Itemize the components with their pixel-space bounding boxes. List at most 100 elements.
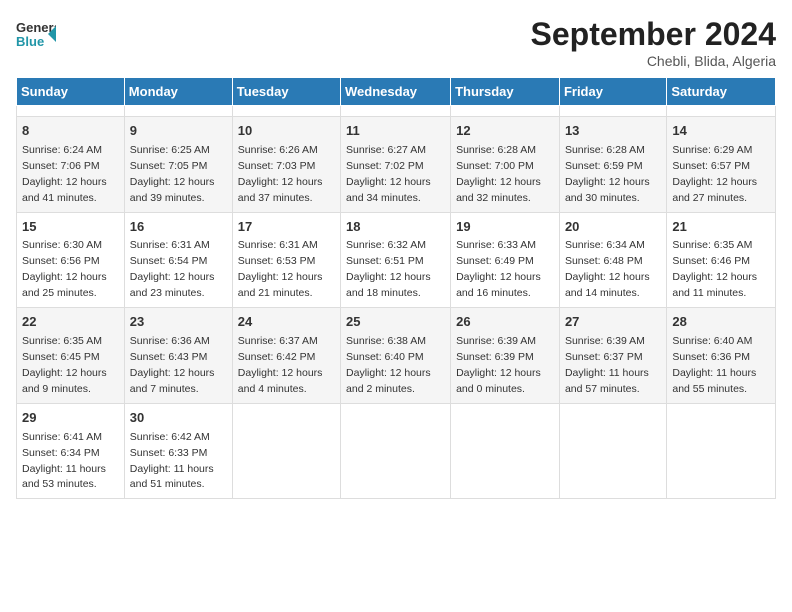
day-number: 25 <box>346 313 445 332</box>
logo: General Blue <box>16 16 56 52</box>
sunset-text: Sunset: 6:34 PM <box>22 447 100 459</box>
daylight-text: Daylight: 12 hours and 9 minutes. <box>22 367 107 395</box>
sunrise-text: Sunrise: 6:40 AM <box>672 335 752 347</box>
table-row <box>451 106 560 117</box>
day-number: 29 <box>22 409 119 428</box>
sunrise-text: Sunrise: 6:29 AM <box>672 144 752 156</box>
sunset-text: Sunset: 6:42 PM <box>238 351 316 363</box>
calendar-header-row: Sunday Monday Tuesday Wednesday Thursday… <box>17 78 776 106</box>
title-section: September 2024 Chebli, Blida, Algeria <box>531 16 776 69</box>
sunrise-text: Sunrise: 6:34 AM <box>565 239 645 251</box>
sunrise-text: Sunrise: 6:41 AM <box>22 431 102 443</box>
sunset-text: Sunset: 6:56 PM <box>22 255 100 267</box>
daylight-text: Daylight: 12 hours and 37 minutes. <box>238 176 323 204</box>
col-monday: Monday <box>124 78 232 106</box>
sunset-text: Sunset: 6:49 PM <box>456 255 534 267</box>
day-number: 26 <box>456 313 554 332</box>
daylight-text: Daylight: 12 hours and 11 minutes. <box>672 271 757 299</box>
sunrise-text: Sunrise: 6:28 AM <box>456 144 536 156</box>
table-row <box>559 106 666 117</box>
col-wednesday: Wednesday <box>341 78 451 106</box>
sunset-text: Sunset: 6:37 PM <box>565 351 643 363</box>
table-row: 13Sunrise: 6:28 AMSunset: 6:59 PMDayligh… <box>559 117 666 213</box>
table-row: 9Sunrise: 6:25 AMSunset: 7:05 PMDaylight… <box>124 117 232 213</box>
table-row: 21Sunrise: 6:35 AMSunset: 6:46 PMDayligh… <box>667 212 776 308</box>
sunset-text: Sunset: 7:03 PM <box>238 160 316 172</box>
day-number: 8 <box>22 122 119 141</box>
day-number: 23 <box>130 313 227 332</box>
daylight-text: Daylight: 12 hours and 21 minutes. <box>238 271 323 299</box>
sunrise-text: Sunrise: 6:36 AM <box>130 335 210 347</box>
daylight-text: Daylight: 12 hours and 18 minutes. <box>346 271 431 299</box>
day-number: 16 <box>130 218 227 237</box>
table-row: 8 Sunrise: 6:24 AM Sunset: 7:06 PM Daylight… <box>17 117 125 213</box>
table-row <box>17 106 125 117</box>
sunrise-text: Sunrise: 6:25 AM <box>130 144 210 156</box>
table-row: 16Sunrise: 6:31 AMSunset: 6:54 PMDayligh… <box>124 212 232 308</box>
month-title: September 2024 <box>531 16 776 53</box>
daylight-text: Daylight: 12 hours and 27 minutes. <box>672 176 757 204</box>
day-number: 22 <box>22 313 119 332</box>
sunrise-text: Sunrise: 6:31 AM <box>238 239 318 251</box>
sunset-text: Sunset: 6:45 PM <box>22 351 100 363</box>
table-row: 20Sunrise: 6:34 AMSunset: 6:48 PMDayligh… <box>559 212 666 308</box>
sunrise-text: Sunrise: 6:35 AM <box>672 239 752 251</box>
table-row: 11Sunrise: 6:27 AMSunset: 7:02 PMDayligh… <box>341 117 451 213</box>
col-saturday: Saturday <box>667 78 776 106</box>
calendar-week-row: 15Sunrise: 6:30 AMSunset: 6:56 PMDayligh… <box>17 212 776 308</box>
daylight-text: Daylight: 12 hours and 41 minutes. <box>22 176 107 204</box>
daylight-text: Daylight: 12 hours and 7 minutes. <box>130 367 215 395</box>
day-number: 20 <box>565 218 661 237</box>
sunset-text: Sunset: 6:46 PM <box>672 255 750 267</box>
daylight-text: Daylight: 12 hours and 16 minutes. <box>456 271 541 299</box>
day-number: 17 <box>238 218 335 237</box>
daylight-text: Daylight: 11 hours and 51 minutes. <box>130 463 214 491</box>
sunrise-text: Sunrise: 6:35 AM <box>22 335 102 347</box>
sunrise-text: Sunrise: 6:42 AM <box>130 431 210 443</box>
day-number: 10 <box>238 122 335 141</box>
sunset-text: Sunset: 6:48 PM <box>565 255 643 267</box>
day-number: 13 <box>565 122 661 141</box>
col-thursday: Thursday <box>451 78 560 106</box>
sunset-text: Sunset: 6:54 PM <box>130 255 208 267</box>
day-number: 28 <box>672 313 770 332</box>
table-row: 27Sunrise: 6:39 AMSunset: 6:37 PMDayligh… <box>559 308 666 404</box>
sunset-text: Sunset: 7:06 PM <box>22 160 100 172</box>
table-row: 10 Sunrise: 6:26 AM Sunset: 7:03 PM Dayligh… <box>232 117 340 213</box>
table-row <box>124 106 232 117</box>
daylight-text: Daylight: 12 hours and 39 minutes. <box>130 176 215 204</box>
table-row: 12Sunrise: 6:28 AMSunset: 7:00 PMDayligh… <box>451 117 560 213</box>
daylight-text: Daylight: 12 hours and 4 minutes. <box>238 367 323 395</box>
table-row <box>667 106 776 117</box>
daylight-text: Daylight: 12 hours and 34 minutes. <box>346 176 431 204</box>
day-number: 14 <box>672 122 770 141</box>
sunrise-text: Sunrise: 6:27 AM <box>346 144 426 156</box>
day-number: 18 <box>346 218 445 237</box>
table-row <box>341 403 451 499</box>
col-sunday: Sunday <box>17 78 125 106</box>
table-row <box>341 106 451 117</box>
table-row: 17Sunrise: 6:31 AMSunset: 6:53 PMDayligh… <box>232 212 340 308</box>
table-row: 30Sunrise: 6:42 AMSunset: 6:33 PMDayligh… <box>124 403 232 499</box>
sunrise-text: Sunrise: 6:26 AM <box>238 144 318 156</box>
daylight-text: Daylight: 12 hours and 32 minutes. <box>456 176 541 204</box>
sunset-text: Sunset: 6:33 PM <box>130 447 208 459</box>
table-row <box>232 403 340 499</box>
sunset-text: Sunset: 6:59 PM <box>565 160 643 172</box>
sunrise-text: Sunrise: 6:28 AM <box>565 144 645 156</box>
calendar-week-row <box>17 106 776 117</box>
table-row: 14Sunrise: 6:29 AMSunset: 6:57 PMDayligh… <box>667 117 776 213</box>
sunrise-text: Sunrise: 6:24 AM <box>22 144 102 156</box>
daylight-text: Daylight: 12 hours and 0 minutes. <box>456 367 541 395</box>
table-row: 26Sunrise: 6:39 AMSunset: 6:39 PMDayligh… <box>451 308 560 404</box>
day-number: 24 <box>238 313 335 332</box>
sunset-text: Sunset: 6:51 PM <box>346 255 424 267</box>
sunset-text: Sunset: 6:36 PM <box>672 351 750 363</box>
calendar-table: Sunday Monday Tuesday Wednesday Thursday… <box>16 77 776 499</box>
sunrise-text: Sunrise: 6:39 AM <box>456 335 536 347</box>
sunset-text: Sunset: 7:05 PM <box>130 160 208 172</box>
sunrise-text: Sunrise: 6:32 AM <box>346 239 426 251</box>
day-number: 27 <box>565 313 661 332</box>
calendar-week-row: 8 Sunrise: 6:24 AM Sunset: 7:06 PM Daylight… <box>17 117 776 213</box>
daylight-text: Daylight: 11 hours and 57 minutes. <box>565 367 649 395</box>
